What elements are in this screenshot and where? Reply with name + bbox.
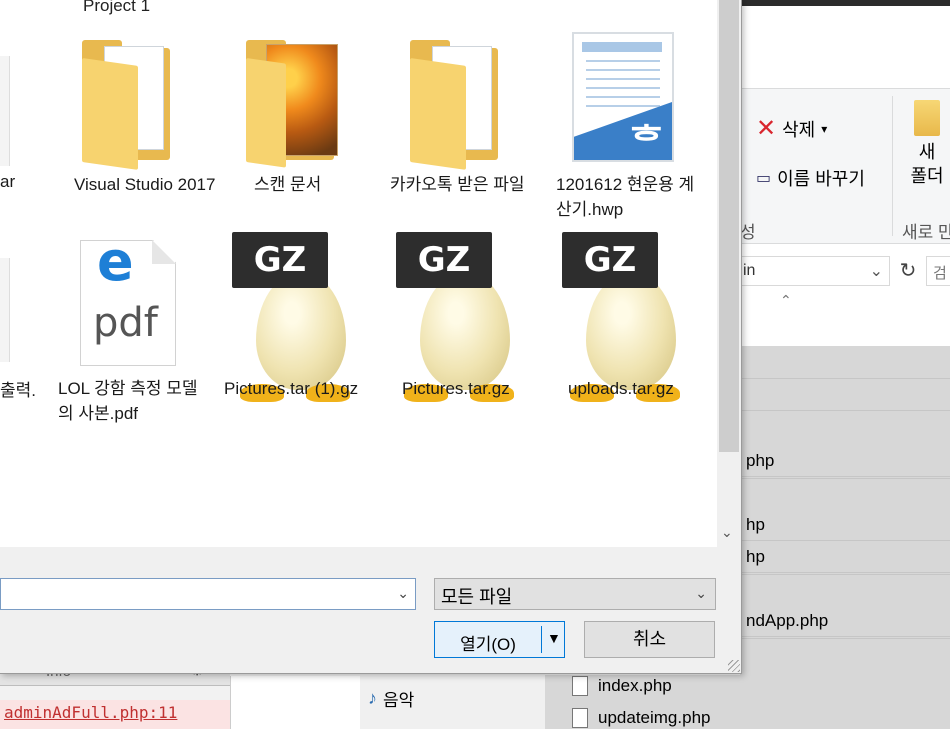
- sidebar-item-label: 음악: [383, 691, 415, 710]
- file-row-divider: [740, 478, 950, 479]
- cancel-button[interactable]: 취소: [584, 621, 715, 658]
- error-line[interactable]: adminAdFull.php:11: [0, 700, 230, 729]
- document-icon: [572, 708, 588, 728]
- open-button[interactable]: 열기(O) ▼: [434, 621, 565, 658]
- item-label: 카카오톡 받은 파일: [390, 175, 525, 194]
- rename-label: 이름 바꾸기: [777, 169, 865, 189]
- vertical-scrollbar[interactable]: ⌄: [717, 0, 741, 547]
- folder-icon: [410, 40, 510, 170]
- new-folder-label-2: 폴더: [910, 166, 944, 186]
- file-name: php: [746, 451, 775, 470]
- chevron-down-icon[interactable]: ⌄: [721, 524, 733, 541]
- file-row[interactable]: ndApp.php: [740, 606, 950, 637]
- refresh-icon[interactable]: ↻: [896, 258, 920, 284]
- file-name: index.php: [598, 676, 672, 695]
- item-label: Visual Studio 2017: [74, 175, 216, 194]
- rename-icon: ▭: [756, 170, 772, 187]
- file-row[interactable]: php: [740, 446, 950, 477]
- file-row-divider: [740, 638, 950, 639]
- item-label: uploads.tar.gz: [568, 379, 674, 398]
- file-row-divider: [740, 378, 950, 379]
- list-item[interactable]: index.php: [572, 671, 752, 701]
- new-folder-button[interactable]: 새 폴더: [910, 100, 944, 188]
- file-item[interactable]: GZ uploads.tar.gz: [562, 232, 716, 412]
- file-name: hp: [746, 515, 765, 534]
- partial-item-label: ar: [0, 172, 16, 191]
- new-folder-label-1: 새: [918, 142, 936, 162]
- search-input[interactable]: 검: [926, 256, 950, 286]
- rename-button[interactable]: ▭ 이름 바꾸기: [756, 165, 865, 191]
- ribbon-group-label-new: 새로 만: [902, 223, 950, 242]
- open-button-label: 열기(O): [460, 635, 516, 654]
- resize-grip-icon[interactable]: [728, 660, 740, 672]
- ribbon-divider: [892, 96, 893, 236]
- partial-item-icon: [0, 56, 10, 166]
- list-item[interactable]: updateimg.php: [572, 703, 752, 729]
- file-item[interactable]: e pdf LOL 강함 측정 모델의 사본.pdf: [58, 240, 208, 430]
- explorer-titlebar: [740, 0, 950, 6]
- search-text: 검: [933, 265, 947, 282]
- item-label: Pictures.tar.gz: [402, 379, 510, 398]
- delete-label: 삭제: [782, 120, 816, 140]
- folder-item[interactable]: 스캔 문서: [246, 40, 396, 230]
- ribbon-group-label: 성: [740, 223, 756, 242]
- scrollbar-thumb[interactable]: [719, 0, 739, 452]
- chevron-down-icon: ▾: [821, 122, 828, 136]
- background-explorer-window: ✕ 삭제 ▾ ▭ 이름 바꾸기 성 새 폴더 새로 만 in ⌄ ↻ 검 ⌃ p…: [740, 0, 950, 729]
- folder-label: Project 1: [83, 0, 151, 15]
- folder-item[interactable]: Visual Studio 2017: [74, 40, 224, 230]
- file-item[interactable]: GZ Pictures.tar (1).gz: [224, 232, 374, 412]
- file-row-divider: [740, 574, 950, 575]
- file-type-value: 모든 파일: [441, 587, 513, 607]
- address-bar[interactable]: in ⌄: [740, 256, 890, 286]
- file-name: updateimg.php: [598, 708, 711, 727]
- document-icon: [572, 676, 588, 696]
- item-label: Pictures.tar (1).gz: [224, 379, 359, 398]
- delete-button[interactable]: ✕ 삭제 ▾: [756, 116, 827, 142]
- delete-icon: ✕: [756, 115, 777, 142]
- file-type-select[interactable]: 모든 파일 ⌄: [434, 578, 716, 610]
- sidebar-item-music[interactable]: ♪ 음악: [368, 686, 414, 711]
- item-label: 스캔 문서: [254, 175, 322, 194]
- file-name: hp: [746, 547, 765, 566]
- open-file-dialog: Project 1 ar 출력. Visual Studio 2017 스캔 문…: [0, 0, 742, 674]
- file-row[interactable]: hp: [740, 510, 950, 541]
- partial-item-label: 출력.: [0, 381, 37, 400]
- file-row[interactable]: hp: [740, 542, 950, 573]
- sort-caret-icon[interactable]: ⌃: [780, 292, 792, 309]
- chevron-down-icon[interactable]: ⌄: [870, 261, 883, 281]
- chevron-down-icon: ⌄: [695, 585, 707, 601]
- folder-icon: [914, 100, 940, 136]
- item-label: 1201612 현운용 계산기.hwp: [556, 175, 695, 219]
- item-label: LOL 강함 측정 모델의 사본.pdf: [58, 379, 198, 423]
- photo-folder-icon: [246, 40, 346, 168]
- filename-input[interactable]: ⌄: [0, 578, 416, 610]
- split-divider: [541, 626, 542, 653]
- file-view: Project 1 ar 출력. Visual Studio 2017 스캔 문…: [0, 0, 717, 547]
- caret-down-icon[interactable]: ▼: [547, 630, 561, 646]
- address-text: in: [743, 262, 756, 279]
- file-name: ndApp.php: [746, 611, 829, 630]
- editor-pane: [230, 676, 360, 729]
- folder-icon: [82, 40, 182, 170]
- partial-item-icon: [0, 258, 10, 362]
- music-note-icon: ♪: [368, 688, 377, 708]
- chevron-down-icon[interactable]: ⌄: [397, 585, 409, 602]
- file-item[interactable]: ᄒ 1201612 현운용 계산기.hwp: [556, 32, 706, 232]
- file-row-divider: [740, 410, 950, 411]
- folder-item[interactable]: 카카오톡 받은 파일: [390, 40, 540, 230]
- file-item[interactable]: GZ Pictures.tar.gz: [396, 232, 552, 412]
